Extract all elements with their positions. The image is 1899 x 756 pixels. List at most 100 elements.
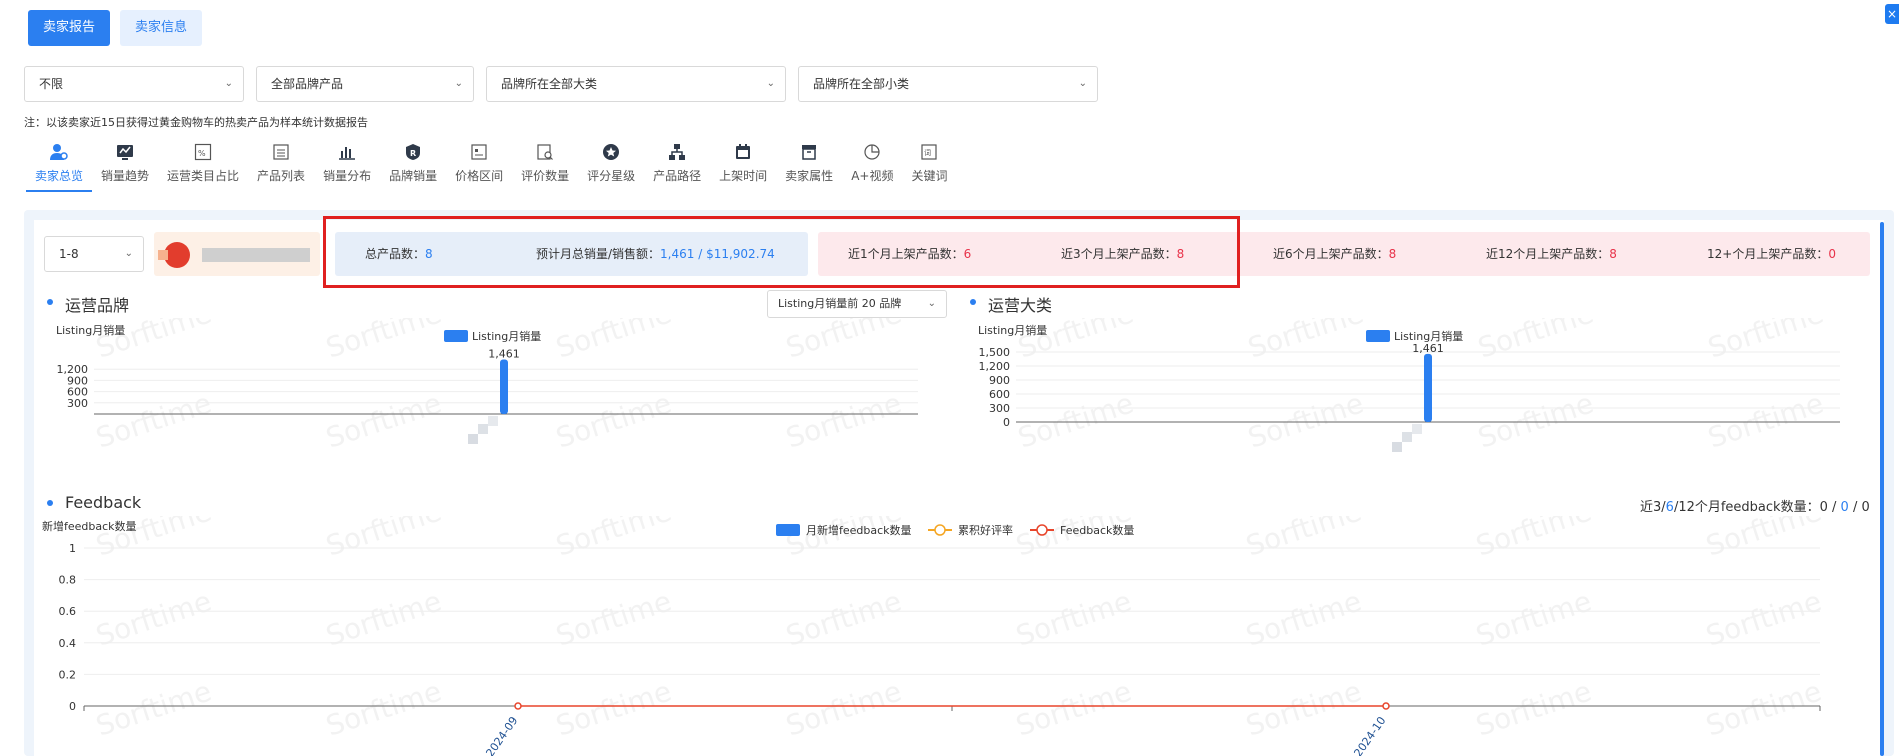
y-axis-label: 新增feedback数量 xyxy=(42,519,137,533)
filter-select-subcategory[interactable]: 品牌所在全部小类 ⌄ xyxy=(798,66,1098,102)
tab-label: 产品路径 xyxy=(653,169,702,183)
filter-value: 品牌所在全部大类 xyxy=(501,77,598,91)
tab-seller-info[interactable]: 卖家信息 xyxy=(120,10,203,46)
bar xyxy=(1424,353,1432,422)
svg-text:词: 词 xyxy=(924,149,931,157)
seller-report-page: × 卖家报告 卖家信息 不限 ⌄ 全部品牌产品 ⌄ 品牌所在全部大类 ⌄ 品牌所… xyxy=(0,0,1899,756)
watermark-text: Sorftime xyxy=(1012,516,1135,563)
watermark-text: Sorftime xyxy=(1702,674,1825,742)
seller-card[interactable] xyxy=(154,232,320,276)
stat-value: 0 xyxy=(1828,247,1836,261)
brand-top-value: Listing月销量前 20 品牌 xyxy=(778,297,902,310)
bar xyxy=(500,359,508,414)
tab-label: 卖家属性 xyxy=(785,169,834,183)
blurred-tick-label xyxy=(468,434,478,444)
tab-label: 运营类目占比 xyxy=(167,169,240,183)
brand-sales-icon: R xyxy=(403,142,423,162)
watermark-text: Sorftime xyxy=(322,674,445,742)
top-tabs: 卖家报告 卖家信息 xyxy=(28,10,203,46)
tab-product-list[interactable]: 产品列表 xyxy=(248,142,314,192)
y-tick-label: 600 xyxy=(989,388,1010,401)
tab-category-share[interactable]: % 运营类目占比 xyxy=(158,142,248,192)
tab-product-path[interactable]: 产品路径 xyxy=(644,142,710,192)
summary-separator: / xyxy=(1848,500,1862,515)
watermark-text: Sorftime xyxy=(552,674,675,742)
tab-sales-distribution[interactable]: 销量分布 xyxy=(314,142,380,192)
watermark-text: Sorftime xyxy=(552,318,675,365)
watermark-text: Sorftime xyxy=(1702,516,1825,563)
stat-value: 8 xyxy=(1609,247,1617,261)
tab-price-range[interactable]: 价格区间 xyxy=(446,142,512,192)
tab-keyword[interactable]: 词 关键词 xyxy=(902,142,956,192)
legend-swatch xyxy=(776,524,800,536)
tab-review-count[interactable]: 评价数量 xyxy=(512,142,578,192)
stat-value: 8 xyxy=(1388,247,1397,261)
tab-label: 评价数量 xyxy=(521,169,570,183)
y-tick-label: 0 xyxy=(69,700,76,713)
tab-sales-trend[interactable]: 销量趋势 xyxy=(92,142,158,192)
watermark-text: Sorftime xyxy=(322,318,445,365)
legend-swatch xyxy=(444,330,468,342)
summary-text: /12个月feedback数量： xyxy=(1673,500,1820,515)
tab-label: 评分星级 xyxy=(587,169,636,183)
brand-top-select[interactable]: Listing月销量前 20 品牌 ⌄ xyxy=(767,290,947,318)
section-bullet xyxy=(47,500,53,506)
watermark-text: Sorftime xyxy=(552,516,675,563)
price-range-icon xyxy=(469,142,489,162)
watermark-text: Sorftime xyxy=(1474,318,1597,365)
filter-select-category[interactable]: 品牌所在全部大类 ⌄ xyxy=(486,66,786,102)
chevron-down-icon: ⌄ xyxy=(927,298,936,309)
y-tick-label: 300 xyxy=(989,402,1010,415)
tab-seller-report[interactable]: 卖家报告 xyxy=(28,10,111,46)
legend-marker-rating xyxy=(934,524,946,536)
category-sales-chart: Sorftime Sorftime Sorftime Sorftime Sorftime… xyxy=(978,318,1840,455)
y-axis-label: Listing月销量 xyxy=(56,323,125,337)
watermark-text: Sorftime xyxy=(92,674,215,742)
y-tick-label: 0.6 xyxy=(59,605,77,618)
vertical-scrollbar[interactable] xyxy=(1880,222,1884,756)
watermark-text: Sorftime xyxy=(1472,516,1595,563)
page-range-select[interactable]: 1-8 ⌄ xyxy=(44,236,144,272)
filter-select-range[interactable]: 不限 ⌄ xyxy=(24,66,244,102)
tab-label: 卖家总览 xyxy=(35,169,84,183)
watermark-text: Sorftime xyxy=(1472,674,1595,742)
y-tick-label: 0 xyxy=(1003,416,1010,429)
seller-name-redacted xyxy=(202,248,310,262)
chevron-down-icon: ⌄ xyxy=(224,78,233,89)
summary-highlight[interactable]: 6 xyxy=(1666,500,1674,515)
watermark-text: Sorftime xyxy=(1244,318,1367,365)
stat-listed-6m: 近6个月上架产品数：8 xyxy=(1273,232,1396,276)
filter-value: 品牌所在全部小类 xyxy=(813,77,910,91)
tab-label: 销量趋势 xyxy=(101,169,150,183)
bar-data-label: 1,461 xyxy=(1412,342,1444,355)
tab-label: 价格区间 xyxy=(455,169,504,183)
filter-select-brand[interactable]: 全部品牌产品 ⌄ xyxy=(256,66,474,102)
tab-star-rating[interactable]: 评分星级 xyxy=(578,142,644,192)
seller-overview-icon xyxy=(49,142,69,162)
section-title-category: 运营大类 xyxy=(988,296,1053,315)
y-tick-label: 1,500 xyxy=(979,346,1011,359)
tab-label: 销量分布 xyxy=(323,169,372,183)
legend-label: 累积好评率 xyxy=(958,523,1013,537)
section-bullet xyxy=(970,299,976,305)
watermark-text: Sorftime xyxy=(1244,386,1367,454)
close-icon[interactable]: × xyxy=(1885,4,1899,24)
tab-brand-sales[interactable]: R 品牌销量 xyxy=(380,142,446,192)
bar-data-label: 1,461 xyxy=(488,347,520,360)
tab-seller-attribute[interactable]: 卖家属性 xyxy=(776,142,842,192)
chevron-down-icon: ⌄ xyxy=(454,78,463,89)
blurred-tick-label xyxy=(1402,432,1412,442)
summary-value: 0 xyxy=(1840,500,1849,515)
review-count-icon xyxy=(535,142,555,162)
tab-seller-overview[interactable]: 卖家总览 xyxy=(26,142,93,192)
feedback-chart: Sorftime Sorftime Sorftime Sorftime Sorftime… xyxy=(42,516,1825,756)
feedback-summary: 近3/6/12个月feedback数量：0 / 0 / 0 xyxy=(1640,496,1870,515)
tab-aplus-video[interactable]: A+视频 xyxy=(842,142,902,192)
keyword-icon: 词 xyxy=(919,142,939,162)
legend-label: 月新增feedback数量 xyxy=(806,523,912,537)
tab-listing-time[interactable]: 上架时间 xyxy=(710,142,776,192)
y-tick-label: 1,200 xyxy=(979,360,1011,373)
page-range-value: 1-8 xyxy=(59,247,79,261)
sales-trend-icon xyxy=(115,142,135,162)
aplus-video-icon xyxy=(862,142,882,162)
